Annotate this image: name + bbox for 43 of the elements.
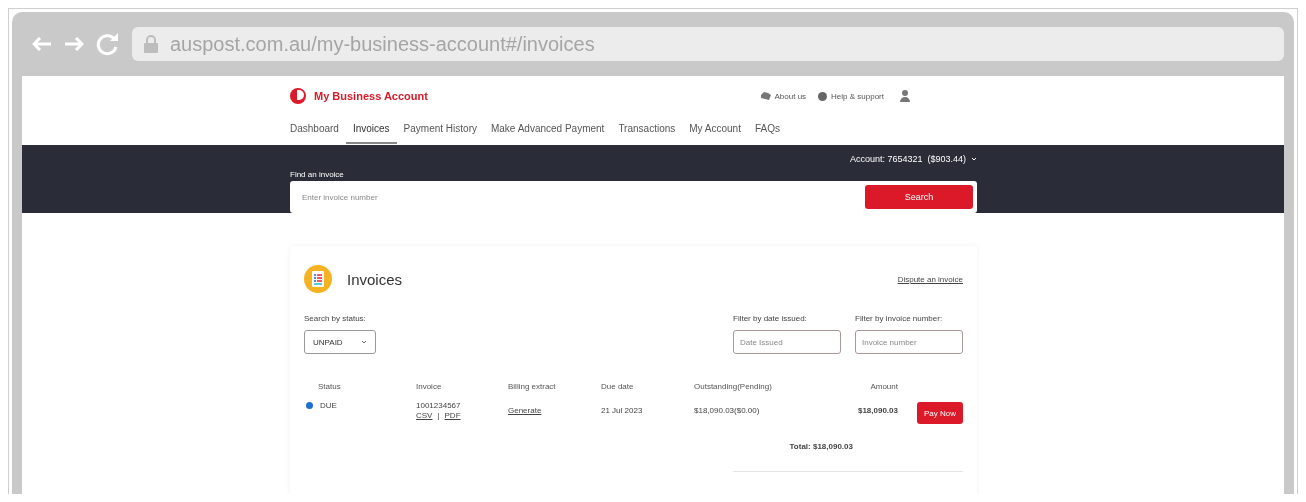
table-cell: 21 Jul 2023: [601, 406, 643, 415]
url-text: auspost.com.au/my-business-account#/invoices: [170, 32, 595, 56]
invoice-number-field[interactable]: Invoice number: [855, 330, 963, 354]
field-label: Find an invoice: [290, 170, 345, 179]
brand-title[interactable]: My Business Account: [314, 90, 428, 102]
invoice-number: 1001234567: [416, 401, 462, 410]
amount-cell: $18,090.03: [857, 406, 898, 415]
filter-label: Filter by invoice number:: [855, 314, 944, 323]
nav-tab[interactable]: My Account: [682, 115, 748, 144]
invoice-search-field[interactable]: Enter invoice number Search: [290, 181, 977, 213]
invoice-icon: [304, 265, 332, 293]
filter-label: Filter by date issued:: [733, 314, 808, 323]
pdf-link[interactable]: PDF: [444, 411, 461, 420]
total-text: Total: $18,090.03: [789, 442, 853, 451]
user-icon[interactable]: [900, 90, 910, 102]
column-header: Billing extract: [508, 382, 556, 391]
column-header: Due date: [601, 382, 634, 391]
column-header: Amount: [870, 382, 898, 391]
column-header: Status: [318, 382, 341, 391]
table-cell: $18,090.03($0.00): [694, 406, 760, 415]
status-text: DUE: [320, 401, 337, 410]
header-link[interactable]: About us: [774, 91, 807, 101]
link-separator: |: [437, 411, 440, 420]
search-button[interactable]: Search: [865, 185, 973, 209]
section-title: Invoices: [347, 270, 403, 288]
nav-tab[interactable]: Transactions: [611, 115, 683, 144]
header-link[interactable]: Help & support: [831, 91, 884, 101]
column-header: Invoice: [416, 382, 442, 391]
logo-icon[interactable]: [290, 86, 306, 106]
account-selector[interactable]: Account: 7654321 ($903.44): [849, 154, 966, 168]
status-dropdown[interactable]: UNPAID: [304, 330, 376, 354]
nav-tab[interactable]: Make Advanced Payment: [483, 115, 612, 144]
dispute-link[interactable]: Dispute an invoice: [897, 274, 963, 284]
nav-tab[interactable]: FAQs: [747, 115, 787, 144]
csv-link[interactable]: CSV: [416, 411, 433, 420]
lock-icon: [144, 35, 158, 53]
pay-now-button[interactable]: Pay Now: [917, 402, 963, 424]
generate-link[interactable]: Generate: [508, 406, 542, 415]
nav-tab[interactable]: Payment History: [396, 115, 484, 144]
filter-label: Search by status:: [304, 314, 367, 323]
nav-tab[interactable]: Dashboard: [290, 115, 346, 144]
date-field[interactable]: Date Issued: [733, 330, 841, 354]
column-header: Outstanding(Pending): [694, 382, 772, 391]
